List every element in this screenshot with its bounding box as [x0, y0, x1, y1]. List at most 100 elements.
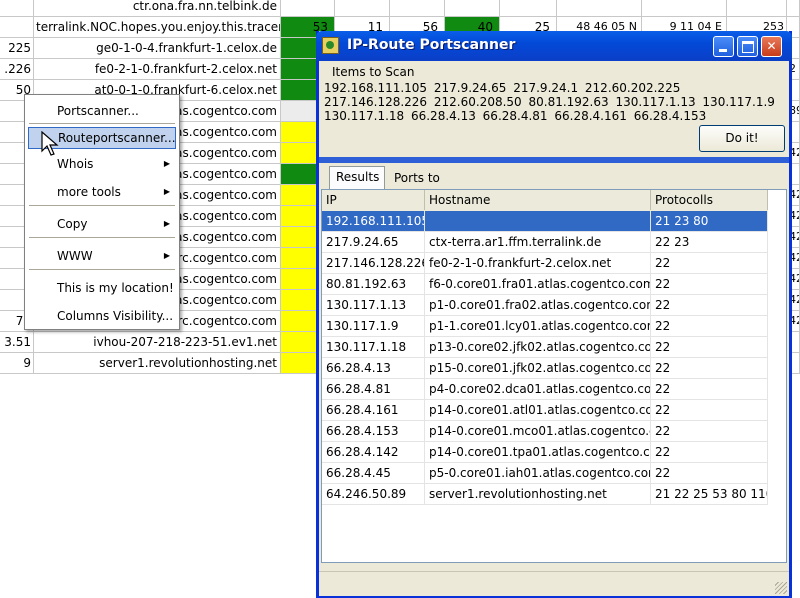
result-row[interactable]: 80.81.192.63 f6-0.core01.fra01.atlas.coge…: [322, 274, 768, 295]
app-icon: [322, 37, 339, 54]
trace-cell-n5: [500, 0, 557, 16]
close-icon: ✕: [766, 39, 777, 53]
mouse-cursor-icon: [41, 131, 59, 156]
items-to-scan-label: Items to Scan: [332, 65, 415, 79]
menu-item-label: Portscanner...: [57, 104, 139, 118]
result-row[interactable]: 130.117.1.18 p13-0.core02.jfk02.atlas.cog…: [322, 337, 768, 358]
result-cell-ip: 80.81.192.63: [322, 274, 425, 294]
result-cell-ip: 66.28.4.45: [322, 463, 425, 483]
result-cell-host: p5-0.core01.iah01.atlas.cogentco.com: [425, 463, 651, 483]
result-cell-proto: 22: [651, 463, 768, 483]
result-cell-host: p1-0.core01.fra02.atlas.cogentco.com: [425, 295, 651, 315]
result-cell-ip: 66.28.4.153: [322, 421, 425, 441]
column-header-protocols[interactable]: Protocolls: [651, 190, 768, 210]
tab-results[interactable]: Results: [329, 166, 385, 190]
maximize-icon: [742, 41, 754, 53]
menu-separator: [29, 269, 175, 270]
menu-item-label: This is my location!: [57, 281, 174, 295]
maximize-button[interactable]: [737, 36, 758, 57]
menu-item-this-is-my-location[interactable]: This is my location!: [28, 277, 176, 299]
trace-cell-host: fe0-2-1-0.frankfurt-2.celox.net: [34, 59, 281, 79]
results-list[interactable]: IP Hostname Protocolls 192.168.111.105 21…: [321, 189, 787, 563]
result-row[interactable]: 217.9.24.65 ctx-terra.ar1.ffm.terralink.d…: [322, 232, 768, 253]
trace-cell-ip: [0, 0, 34, 16]
minimize-icon: [719, 49, 727, 52]
result-row[interactable]: 130.117.1.13 p1-0.core01.fra02.atlas.coge…: [322, 295, 768, 316]
trace-cell-n1: [281, 0, 335, 16]
submenu-arrow-icon: ▶: [163, 159, 170, 168]
result-cell-proto: 22: [651, 400, 768, 420]
result-row[interactable]: 66.28.4.142 p14-0.core01.tpa01.atlas.coge…: [322, 442, 768, 463]
results-header: IP Hostname Protocolls: [322, 190, 768, 212]
trace-cell-ip: 225: [0, 38, 34, 58]
window-title: IP-Route Portscanner: [347, 37, 516, 53]
result-row[interactable]: 192.168.111.105 21 23 80: [322, 211, 768, 232]
result-cell-proto: 21 23 80: [651, 211, 768, 231]
do-it-button[interactable]: Do it!: [699, 125, 785, 152]
trace-row[interactable]: ctr.ona.fra.nn.telbink.de: [0, 0, 800, 17]
result-cell-proto: 22: [651, 421, 768, 441]
result-cell-host: p14-0.core01.atl01.atlas.cogentco.com: [425, 400, 651, 420]
result-cell-ip: 130.117.1.9: [322, 316, 425, 336]
menu-item-copy[interactable]: Copy ▶: [28, 213, 176, 235]
submenu-arrow-icon: ▶: [163, 187, 170, 196]
result-cell-proto: 22: [651, 316, 768, 336]
result-row[interactable]: 64.246.50.89 server1.revolutionhosting.ne…: [322, 484, 768, 505]
menu-item-portscanner[interactable]: Portscanner...: [28, 100, 176, 122]
menu-item-label: Whois: [57, 157, 94, 171]
context-menu: Portscanner... Routeportscanner... Whois ▶ m…: [24, 94, 180, 330]
result-cell-host: server1.revolutionhosting.net: [425, 484, 651, 504]
result-cell-ip: 192.168.111.105: [322, 211, 425, 231]
result-row[interactable]: 66.28.4.153 p14-0.core01.mco01.atlas.coge…: [322, 421, 768, 442]
menu-item-more-tools[interactable]: more tools ▶: [28, 181, 176, 203]
result-row[interactable]: 66.28.4.81 p4-0.core02.dca01.atlas.cogent…: [322, 379, 768, 400]
result-cell-proto: 22 23: [651, 232, 768, 252]
result-cell-ip: 66.28.4.142: [322, 442, 425, 462]
trace-cell-n4: [445, 0, 500, 16]
result-cell-host: p1-1.core01.lcy01.atlas.cogentco.com: [425, 316, 651, 336]
trace-cell-n3: [390, 0, 445, 16]
result-cell-proto: 22: [651, 442, 768, 462]
result-row[interactable]: 66.28.4.161 p14-0.core01.atl01.atlas.coge…: [322, 400, 768, 421]
trace-cell-host: ivhou-207-218-223-51.ev1.net: [34, 332, 281, 352]
close-button[interactable]: ✕: [761, 36, 782, 57]
menu-item-label: WWW: [57, 249, 93, 263]
menu-separator: [29, 123, 175, 124]
result-row[interactable]: 130.117.1.9 p1-1.core01.lcy01.atlas.cogen…: [322, 316, 768, 337]
result-row[interactable]: 66.28.4.13 p15-0.core01.jfk02.atlas.cogen…: [322, 358, 768, 379]
resize-grip-icon[interactable]: [775, 582, 787, 594]
result-cell-proto: 22: [651, 295, 768, 315]
result-cell-proto: 21 22 25 53 80 110: [651, 484, 768, 504]
result-cell-proto: 22: [651, 358, 768, 378]
submenu-arrow-icon: ▶: [163, 251, 170, 260]
menu-item-label: Routeportscanner...: [58, 131, 176, 145]
trace-cell-edge: [787, 0, 800, 16]
result-cell-host: [425, 211, 651, 231]
submenu-arrow-icon: ▶: [163, 219, 170, 228]
result-cell-ip: 130.117.1.18: [322, 337, 425, 357]
menu-item-www[interactable]: WWW ▶: [28, 245, 176, 267]
minimize-button[interactable]: [713, 36, 734, 57]
menu-separator: [29, 205, 175, 206]
result-row[interactable]: 217.146.128.226 fe0-2-1-0.frankfurt-2.cel…: [322, 253, 768, 274]
trace-cell-host: ctr.ona.fra.nn.telbink.de: [34, 0, 281, 16]
title-bar[interactable]: IP-Route Portscanner ✕: [316, 31, 792, 61]
result-cell-proto: 22: [651, 337, 768, 357]
result-cell-host: ctx-terra.ar1.ffm.terralink.de: [425, 232, 651, 252]
column-header-hostname[interactable]: Hostname: [425, 190, 651, 210]
tab-ports-to-test[interactable]: Ports to test: [388, 168, 470, 205]
splitter-bar[interactable]: [319, 157, 789, 163]
column-header-ip[interactable]: IP: [322, 190, 425, 210]
items-to-scan-field[interactable]: 192.168.111.105 217.9.24.65 217.9.24.1 2…: [324, 81, 784, 121]
trace-cell-r: [727, 0, 787, 16]
result-cell-host: f6-0.core01.fra01.atlas.cogentco.com: [425, 274, 651, 294]
menu-separator: [29, 237, 175, 238]
tab-strip: Results Ports to test: [319, 166, 789, 205]
result-row[interactable]: 66.28.4.45 p5-0.core01.iah01.atlas.cogent…: [322, 463, 768, 484]
menu-item-columns-visibility[interactable]: Columns Visibility...: [28, 305, 176, 327]
result-cell-host: p13-0.core02.jfk02.atlas.cogentco.com: [425, 337, 651, 357]
menu-item-label: Columns Visibility...: [57, 309, 174, 323]
trace-cell-ip: .226: [0, 59, 34, 79]
trace-cell-n2: [335, 0, 390, 16]
menu-item-label: more tools: [57, 185, 121, 199]
